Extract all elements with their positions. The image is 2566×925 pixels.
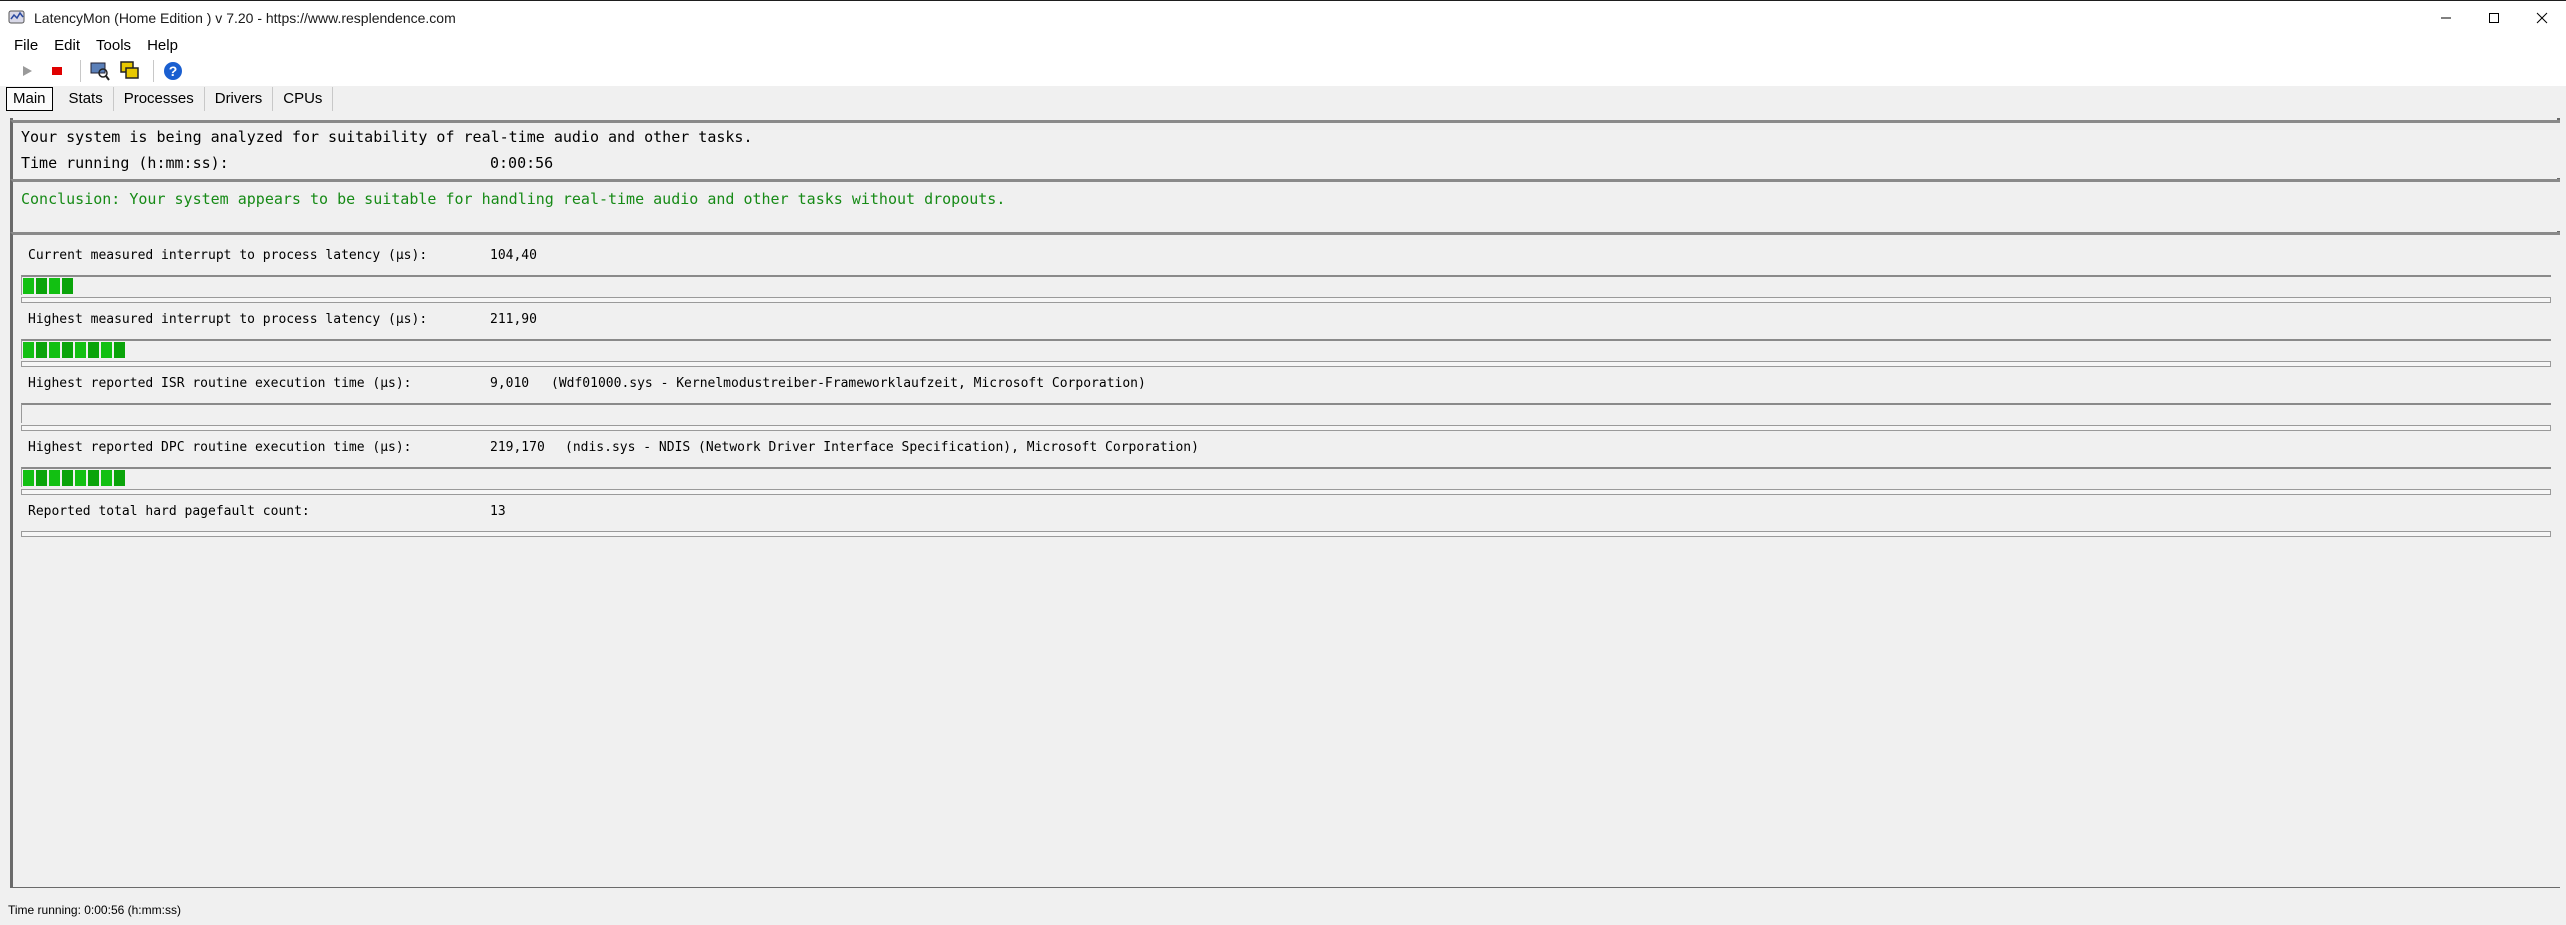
monitor-button[interactable] (87, 58, 113, 84)
meter-segment (101, 342, 112, 358)
monitor-icon (90, 62, 110, 81)
metric-value: 13 (490, 504, 506, 519)
meter-segment (23, 278, 34, 294)
status-line: Your system is being analyzed for suitab… (21, 128, 753, 146)
meter-segment (23, 470, 34, 486)
meter-segment (114, 342, 125, 358)
meter-segment (114, 470, 125, 486)
stop-button[interactable] (44, 58, 70, 84)
metrics-section: Current measured interrupt to process la… (10, 232, 2560, 887)
dpc-meter (21, 467, 2551, 487)
minimize-icon (2441, 17, 2451, 19)
metric-label: Highest reported ISR routine execution t… (28, 376, 412, 391)
tab-stats[interactable]: Stats (59, 87, 114, 111)
analysis-status-section: Your system is being analyzed for suitab… (10, 120, 2560, 178)
tab-drivers[interactable]: Drivers (205, 87, 274, 111)
tab-bar: Main Stats Processes Drivers CPUs (0, 86, 334, 112)
meter-segment (23, 342, 34, 358)
meter-segment (36, 278, 47, 294)
toolbar: ? (0, 56, 2566, 86)
meter-baseline (21, 531, 2551, 537)
meter-segment (62, 342, 73, 358)
maximize-icon (2489, 13, 2499, 23)
play-icon (23, 66, 32, 76)
metric-detail: (Wdf01000.sys - Kernelmodustreiber-Frame… (551, 376, 1146, 391)
status-bar: Time running: 0:00:56 (h:mm:ss) (0, 898, 2566, 922)
metric-detail: (ndis.sys - NDIS (Network Driver Interfa… (565, 440, 1199, 455)
metric-label: Highest measured interrupt to process la… (28, 312, 428, 327)
toolbar-separator (153, 60, 154, 82)
maximize-button[interactable] (2470, 1, 2518, 35)
meter-segment (88, 470, 99, 486)
latencymon-icon (8, 10, 25, 24)
close-button[interactable] (2518, 1, 2566, 35)
metric-label: Highest reported DPC routine execution t… (28, 440, 412, 455)
window-title: LatencyMon (Home Edition ) v 7.20 - http… (34, 10, 456, 26)
meter-segment (49, 342, 60, 358)
stop-icon (52, 67, 62, 75)
tab-cpus[interactable]: CPUs (273, 87, 334, 111)
menu-edit[interactable]: Edit (44, 37, 86, 54)
menu-bar: File Edit Tools Help (0, 34, 2566, 56)
metric-value: 219,170 (490, 440, 545, 455)
windows-button[interactable] (117, 58, 143, 84)
isr-meter (21, 403, 2551, 423)
tab-processes[interactable]: Processes (114, 87, 205, 111)
menu-tools[interactable]: Tools (86, 37, 137, 54)
minimize-button[interactable] (2422, 1, 2470, 35)
meter-segment (36, 470, 47, 486)
meter-baseline (21, 297, 2551, 303)
meter-baseline (21, 489, 2551, 495)
latency-meter (21, 275, 2551, 295)
meter-segment (36, 342, 47, 358)
svg-text:?: ? (169, 63, 178, 79)
conclusion-section: Conclusion: Your system appears to be su… (10, 179, 2560, 231)
metric-value: 104,40 (490, 248, 537, 263)
latency-meter (21, 339, 2551, 359)
meter-segment (62, 470, 73, 486)
toolbar-separator (80, 60, 81, 82)
help-button[interactable]: ? (160, 58, 186, 84)
meter-segment (88, 342, 99, 358)
meter-segment (101, 470, 112, 486)
help-icon: ? (164, 62, 182, 80)
metric-value: 211,90 (490, 312, 537, 327)
status-bar-text: Time running: 0:00:56 (h:mm:ss) (8, 903, 181, 917)
metric-value: 9,010 (490, 376, 530, 391)
meter-segment (49, 470, 60, 486)
meter-baseline (21, 425, 2551, 431)
tab-main[interactable]: Main (6, 87, 53, 111)
meter-segment (75, 470, 86, 486)
meter-segment (75, 342, 86, 358)
time-running-value: 0:00:56 (490, 154, 554, 172)
meter-segment (49, 278, 60, 294)
meter-baseline (21, 361, 2551, 367)
title-bar: LatencyMon (Home Edition ) v 7.20 - http… (0, 0, 2566, 35)
menu-file[interactable]: File (0, 37, 44, 54)
conclusion-text: Conclusion: Your system appears to be su… (21, 190, 1006, 208)
metric-label: Current measured interrupt to process la… (28, 248, 428, 263)
windows-icon (120, 61, 139, 79)
time-running-label: Time running (h:mm:ss): (21, 154, 229, 172)
close-icon (2536, 12, 2548, 24)
metric-label: Reported total hard pagefault count: (28, 504, 310, 519)
meter-segment (62, 278, 73, 294)
menu-help[interactable]: Help (137, 37, 184, 54)
start-button[interactable] (14, 58, 40, 84)
